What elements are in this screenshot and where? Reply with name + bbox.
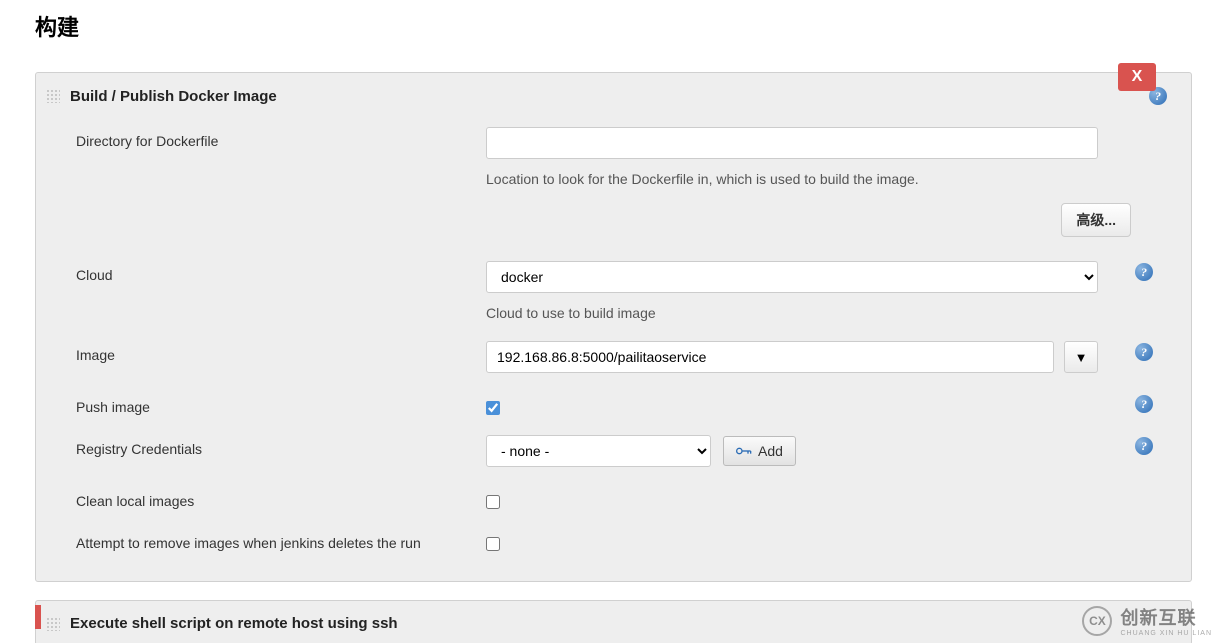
- attempt-checkbox[interactable]: [486, 537, 500, 551]
- directory-desc: Location to look for the Dockerfile in, …: [486, 171, 1121, 187]
- help-icon[interactable]: ?: [1135, 343, 1153, 361]
- clean-label: Clean local images: [76, 487, 486, 509]
- step-indicator-bar: [35, 605, 41, 629]
- directory-label: Directory for Dockerfile: [76, 127, 486, 149]
- watermark-logo-icon: CX: [1082, 606, 1112, 636]
- help-icon[interactable]: ?: [1135, 263, 1153, 281]
- registry-label: Registry Credentials: [76, 435, 486, 457]
- advanced-button[interactable]: 高级...: [1061, 203, 1131, 237]
- page-title: 构建: [35, 10, 1222, 42]
- help-icon[interactable]: ?: [1135, 437, 1153, 455]
- watermark-text: 创新互联: [1120, 604, 1212, 630]
- image-input[interactable]: [486, 341, 1054, 373]
- help-icon[interactable]: ?: [1135, 395, 1153, 413]
- ssh-step-title: Execute shell script on remote host usin…: [70, 615, 398, 632]
- key-icon: [736, 443, 752, 459]
- ssh-step-panel: Execute shell script on remote host usin…: [35, 600, 1192, 643]
- drag-handle-icon[interactable]: [46, 89, 60, 103]
- attempt-label: Attempt to remove images when jenkins de…: [76, 529, 486, 551]
- watermark: CX 创新互联 CHUANG XIN HU LIAN: [1082, 604, 1212, 637]
- add-button-label: Add: [758, 443, 783, 459]
- push-checkbox[interactable]: [486, 401, 500, 415]
- clean-checkbox[interactable]: [486, 495, 500, 509]
- image-disclosure-button[interactable]: ▼: [1064, 341, 1098, 373]
- cloud-desc: Cloud to use to build image: [486, 305, 1121, 321]
- add-credentials-button[interactable]: Add: [723, 436, 796, 466]
- delete-step-button[interactable]: X: [1118, 63, 1156, 91]
- cloud-select[interactable]: docker: [486, 261, 1098, 293]
- cloud-label: Cloud: [76, 261, 486, 283]
- build-step-panel: X Build / Publish Docker Image ? Directo…: [35, 72, 1192, 582]
- registry-select[interactable]: - none -: [486, 435, 711, 467]
- drag-handle-icon[interactable]: [46, 617, 60, 631]
- push-label: Push image: [76, 393, 486, 415]
- watermark-subtext: CHUANG XIN HU LIAN: [1120, 630, 1212, 637]
- step-title: Build / Publish Docker Image: [70, 88, 277, 105]
- image-label: Image: [76, 341, 486, 363]
- directory-input[interactable]: [486, 127, 1098, 159]
